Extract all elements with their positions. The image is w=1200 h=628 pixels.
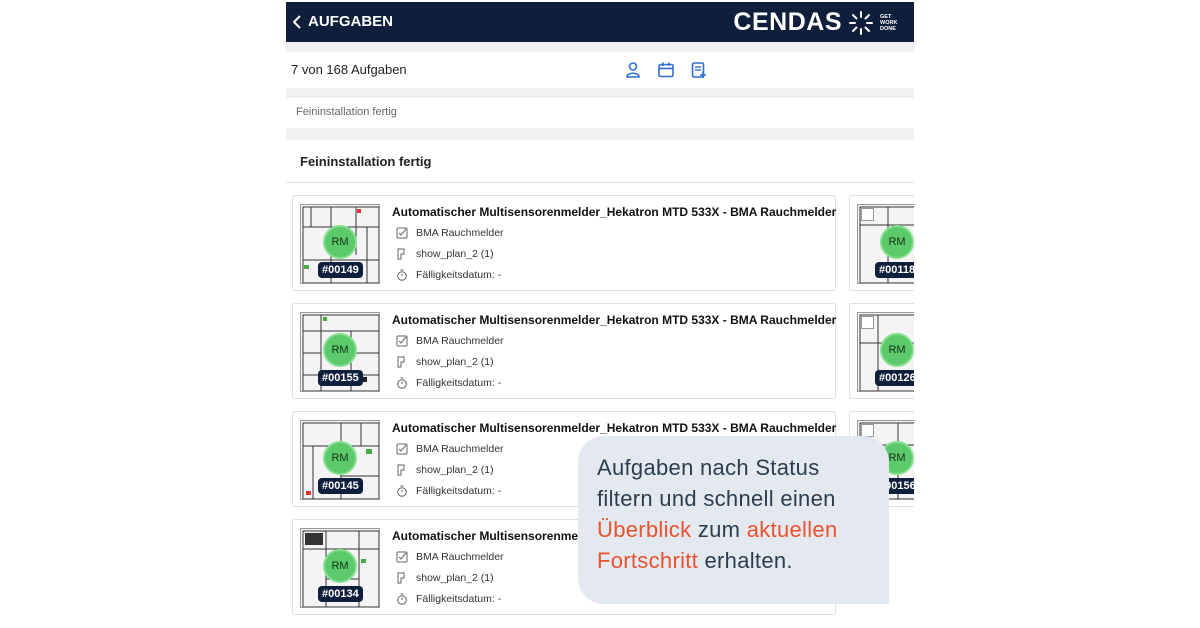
task-title: Automatischer Multisensorenmelder_Hekatr… — [392, 205, 837, 219]
logo-text: CENDAS — [733, 8, 842, 36]
callout-accent: Fortschritt — [597, 548, 699, 573]
task-category: BMA Rauchmelder — [396, 551, 504, 563]
task-due-date: Fälligkeitsdatum: - — [396, 593, 501, 605]
task-title: Automatischer Multisensorenmelder_Hekatr… — [392, 421, 837, 435]
filter-bar[interactable]: Feininstallation fertig — [286, 98, 914, 128]
section-header: Feininstallation fertig — [286, 140, 914, 183]
chevron-left-icon — [292, 14, 301, 29]
task-card[interactable]: RM #00155 Automatischer Multisensorenmel… — [292, 303, 836, 399]
marker-badge: RM — [323, 441, 357, 475]
toolbar: 7 von 168 Aufgaben — [286, 52, 914, 88]
callout-bubble: Aufgaben nach Status filtern und schnell… — [578, 436, 889, 604]
plan-thumbnail: RM #00155 — [300, 312, 380, 392]
task-due-date: Fälligkeitsdatum: - — [396, 377, 501, 389]
marker-badge: RM — [323, 333, 357, 367]
section-title: Feininstallation fertig — [300, 154, 432, 169]
burst-icon — [849, 10, 873, 35]
stopwatch-icon — [397, 269, 407, 281]
stopwatch-icon — [397, 377, 407, 389]
task-plan: show_plan_2 (1) — [396, 572, 494, 584]
callout-accent: Überblick — [597, 517, 692, 542]
task-plan: show_plan_2 (1) — [396, 248, 494, 260]
task-id-badge: #00145 — [318, 478, 363, 494]
marker-badge: RM — [323, 549, 357, 583]
plan-icon — [397, 356, 405, 368]
task-title: Automatischer Multisensorenmelder_Hekatr… — [392, 313, 837, 327]
stopwatch-icon — [397, 485, 407, 497]
divider-band — [286, 42, 914, 52]
callout-accent: aktuellen — [746, 517, 838, 542]
plan-thumbnail: RM #00118 — [857, 204, 914, 284]
plan-icon — [397, 464, 405, 476]
divider-band — [286, 88, 914, 98]
task-category: BMA Rauchmelder — [396, 335, 504, 347]
marker-badge: RM — [323, 225, 357, 259]
back-button[interactable]: AUFGABEN — [292, 13, 393, 30]
logo: CENDAS GET WORK DONE — [733, 8, 902, 37]
callout-text: Aufgaben nach Status filtern und schnell… — [597, 455, 838, 573]
checkbox-icon — [396, 551, 408, 563]
checkbox-icon — [396, 335, 408, 347]
plan-thumbnail: RM #00145 — [300, 420, 380, 500]
task-id-badge: #00134 — [318, 586, 363, 602]
checkbox-icon — [396, 227, 408, 239]
add-list-icon[interactable] — [690, 61, 708, 79]
task-id-badge: #00155 — [318, 370, 363, 386]
plan-icon — [397, 572, 405, 584]
task-card-partial[interactable]: RM #00118 — [849, 195, 914, 291]
task-id-badge: #00126 — [875, 370, 914, 386]
plan-thumbnail: RM #00126 — [857, 312, 914, 392]
task-id-badge: #00118 — [875, 262, 914, 278]
task-category: BMA Rauchmelder — [396, 227, 504, 239]
task-plan: show_plan_2 (1) — [396, 464, 494, 476]
task-category: BMA Rauchmelder — [396, 443, 504, 455]
task-plan: show_plan_2 (1) — [396, 356, 494, 368]
select-checkbox[interactable] — [861, 208, 874, 221]
divider-band — [286, 128, 914, 140]
stopwatch-icon — [397, 593, 407, 605]
task-id-badge: #00149 — [318, 262, 363, 278]
task-card-partial[interactable]: RM #00126 — [849, 303, 914, 399]
callout-tail — [849, 574, 889, 604]
top-bar: AUFGABEN CENDAS GET WORK DONE — [286, 2, 914, 42]
task-count: 7 von 168 Aufgaben — [291, 62, 407, 77]
task-title: Automatischer Multisensorenmelder — [392, 529, 601, 543]
marker-badge: RM — [880, 333, 914, 367]
back-label: AUFGABEN — [308, 13, 393, 30]
marker-badge: RM — [880, 225, 914, 259]
user-icon[interactable] — [624, 61, 642, 79]
plan-icon — [397, 248, 405, 260]
calendar-icon[interactable] — [657, 61, 675, 79]
plan-thumbnail: RM #00149 — [300, 204, 380, 284]
task-due-date: Fälligkeitsdatum: - — [396, 269, 501, 281]
select-checkbox[interactable] — [861, 316, 874, 329]
task-card[interactable]: RM #00149 Automatischer Multisensorenmel… — [292, 195, 836, 291]
task-due-date: Fälligkeitsdatum: - — [396, 485, 501, 497]
checkbox-icon — [396, 443, 408, 455]
logo-tagline: GET WORK DONE — [880, 13, 898, 32]
active-filter-label: Feininstallation fertig — [296, 106, 397, 118]
plan-thumbnail: RM #00134 — [300, 528, 380, 608]
